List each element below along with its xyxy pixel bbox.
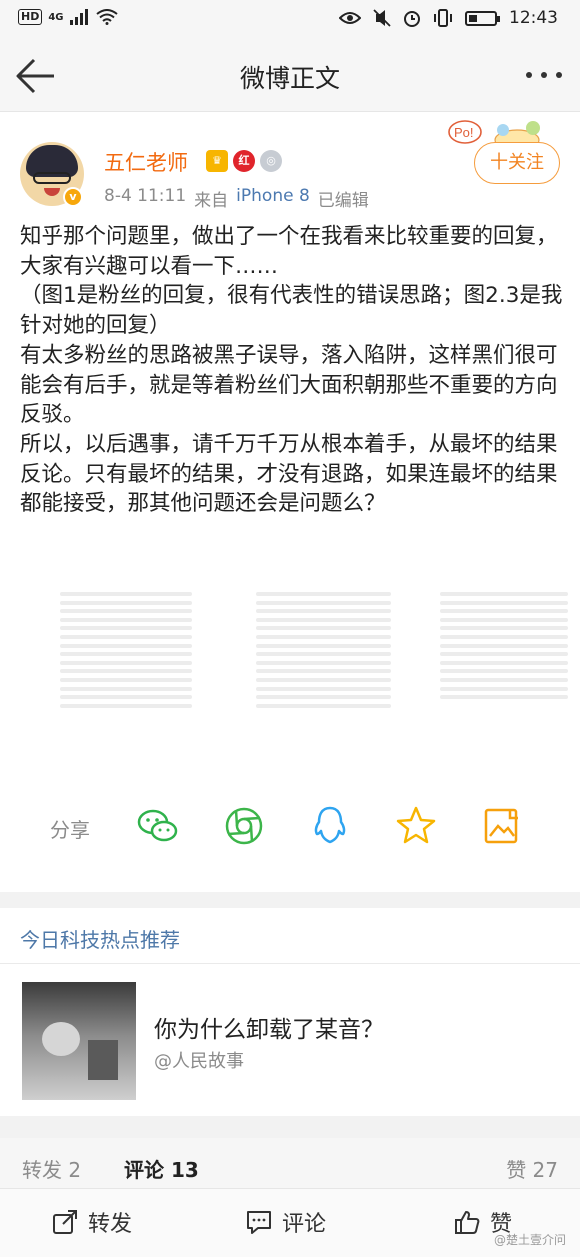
- moments-icon[interactable]: [222, 804, 266, 848]
- status-left: HD 4G: [18, 9, 118, 25]
- post-meta: 8-4 11:11 来自 iPhone 8 已编辑: [104, 186, 369, 211]
- post-paragraph: （图1是粉丝的回复，很有代表性的错误思路；图2.3是我针对她的回复）: [20, 283, 563, 339]
- author-name[interactable]: 五仁老师: [104, 147, 188, 177]
- pop-text: Po!: [454, 125, 474, 140]
- post-paragraph: 知乎那个问题里，做出了一个在我看来比较重要的回复，大家有兴趣可以看一下……: [20, 224, 558, 279]
- edited-label[interactable]: 已编辑: [318, 186, 369, 211]
- post-date: 8-4 11:11: [104, 186, 187, 206]
- status-right: 12:43: [339, 8, 558, 28]
- recommend-source[interactable]: @人民故事: [154, 1047, 244, 1073]
- attached-image-3[interactable]: [440, 588, 568, 766]
- watermark: @楚土壹介问: [493, 1233, 566, 1247]
- bottom-action-bar: 转发 评论 赞 @楚土壹介问: [0, 1188, 580, 1257]
- recommend-thumbnail[interactable]: [22, 982, 136, 1100]
- recommend-title[interactable]: 今日科技热点推荐: [20, 924, 180, 953]
- nav-bar: 微博正文: [0, 40, 580, 112]
- share-label: 分享: [50, 818, 90, 842]
- attached-images-strip[interactable]: [0, 588, 580, 766]
- attached-image-2[interactable]: [256, 588, 391, 766]
- page-title: 微博正文: [239, 64, 340, 93]
- follow-button[interactable]: 十关注: [474, 142, 560, 184]
- post-device[interactable]: iPhone 8: [236, 186, 310, 211]
- stats-row: 转发 2 评论 13 赞 27: [0, 1138, 580, 1188]
- more-options-icon[interactable]: [526, 72, 562, 78]
- silver-medal-icon[interactable]: ◎: [260, 150, 282, 172]
- comment-label: 评论: [282, 1212, 327, 1237]
- qzone-icon[interactable]: [394, 804, 438, 848]
- post-paragraph: 所以，以后遇事，请千万千万从根本着手，从最坏的结果反论。只有最坏的结果，才没有退…: [20, 431, 558, 517]
- section-divider-2: [0, 1116, 580, 1138]
- battery-icon: [465, 10, 500, 26]
- post-paragraph: 有太多粉丝的思路被黑子误导，落入陷阱，这样黑们很可能会有后手，就是等着粉丝们大面…: [20, 342, 558, 428]
- post-content: 知乎那个问题里，做出了一个在我看来比较重要的回复，大家有兴趣可以看一下…… （图…: [20, 222, 565, 519]
- attached-image-1[interactable]: [60, 588, 192, 766]
- source-prefix: 来自: [194, 191, 229, 211]
- eye-icon: [339, 12, 361, 24]
- verified-badge-icon: v: [63, 187, 83, 207]
- alarm-icon: [404, 11, 420, 27]
- wifi-icon: [95, 9, 118, 25]
- repost-count-tab[interactable]: 转发 2: [22, 1154, 81, 1183]
- author-badges: ♛ 红 ◎: [206, 150, 282, 172]
- save-image-icon[interactable]: [480, 804, 524, 848]
- signal-icon: [69, 9, 88, 25]
- recommend-divider: [0, 963, 580, 964]
- repost-label: 转发: [88, 1212, 133, 1237]
- mute-icon: [373, 9, 391, 27]
- section-divider: [0, 892, 580, 908]
- thumbs-up-icon: [455, 1211, 480, 1234]
- like-count-tab[interactable]: 赞 27: [506, 1154, 558, 1183]
- repost-icon: [53, 1210, 77, 1234]
- repost-button[interactable]: 转发: [52, 1206, 132, 1238]
- wechat-icon[interactable]: [136, 804, 180, 848]
- comment-button[interactable]: 评论: [246, 1206, 326, 1238]
- clock-time: 12:43: [509, 8, 558, 28]
- comment-count-tab[interactable]: 评论 13: [124, 1154, 199, 1183]
- recommend-headline[interactable]: 你为什么卸载了某音？: [154, 1010, 384, 1044]
- vibrate-icon: [434, 9, 452, 27]
- network-type: 4G: [48, 11, 64, 23]
- comment-icon: [247, 1211, 271, 1234]
- qq-icon[interactable]: [308, 804, 352, 848]
- share-row: 分享: [0, 800, 580, 854]
- red-badge-icon[interactable]: 红: [233, 150, 255, 172]
- crown-icon[interactable]: ♛: [206, 150, 228, 172]
- hd-indicator: HD: [18, 9, 43, 25]
- status-bar: HD 4G 12:43: [0, 0, 580, 40]
